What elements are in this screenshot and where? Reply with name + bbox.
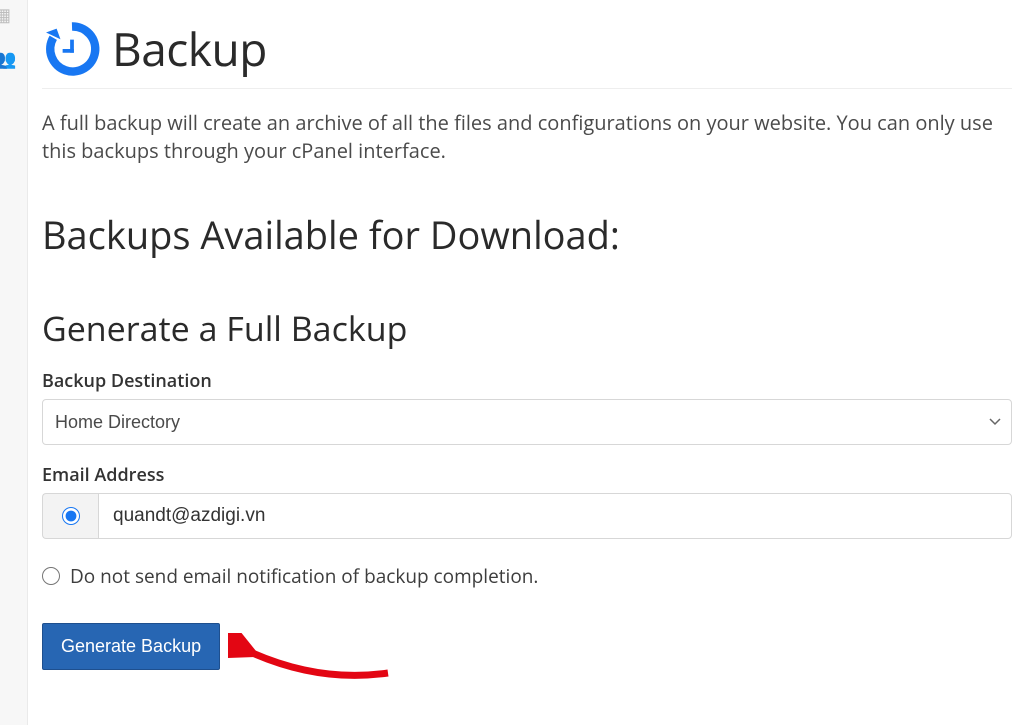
no-email-label[interactable]: Do not send email notification of backup… [70, 563, 538, 589]
email-address-label: Email Address [42, 463, 1012, 487]
grid-icon[interactable]: ▦ [0, 6, 11, 24]
backup-destination-select[interactable]: Home Directory [42, 399, 1012, 445]
email-input-group [42, 493, 1012, 539]
backup-destination-label: Backup Destination [42, 369, 1012, 393]
annotation-arrow-icon [228, 633, 398, 689]
left-nav-rail: ▦ 👥 [0, 0, 28, 725]
page-title-row: Backup [42, 0, 1012, 89]
email-notify-radio[interactable] [62, 507, 80, 525]
page-title: Backup [112, 18, 267, 80]
backup-clock-icon [42, 19, 102, 79]
email-input[interactable] [98, 493, 1012, 539]
generate-backup-button[interactable]: Generate Backup [42, 623, 220, 670]
generate-full-backup-heading: Generate a Full Backup [42, 305, 1012, 351]
page-description: A full backup will create an archive of … [42, 109, 1012, 165]
no-email-option[interactable]: Do not send email notification of backup… [42, 563, 1012, 589]
main-content: Backup A full backup will create an arch… [28, 0, 1024, 725]
no-email-radio[interactable] [42, 567, 60, 585]
backups-available-heading: Backups Available for Download: [42, 209, 1012, 261]
email-notify-radio-cell[interactable] [42, 493, 98, 539]
users-icon[interactable]: 👥 [0, 50, 16, 68]
